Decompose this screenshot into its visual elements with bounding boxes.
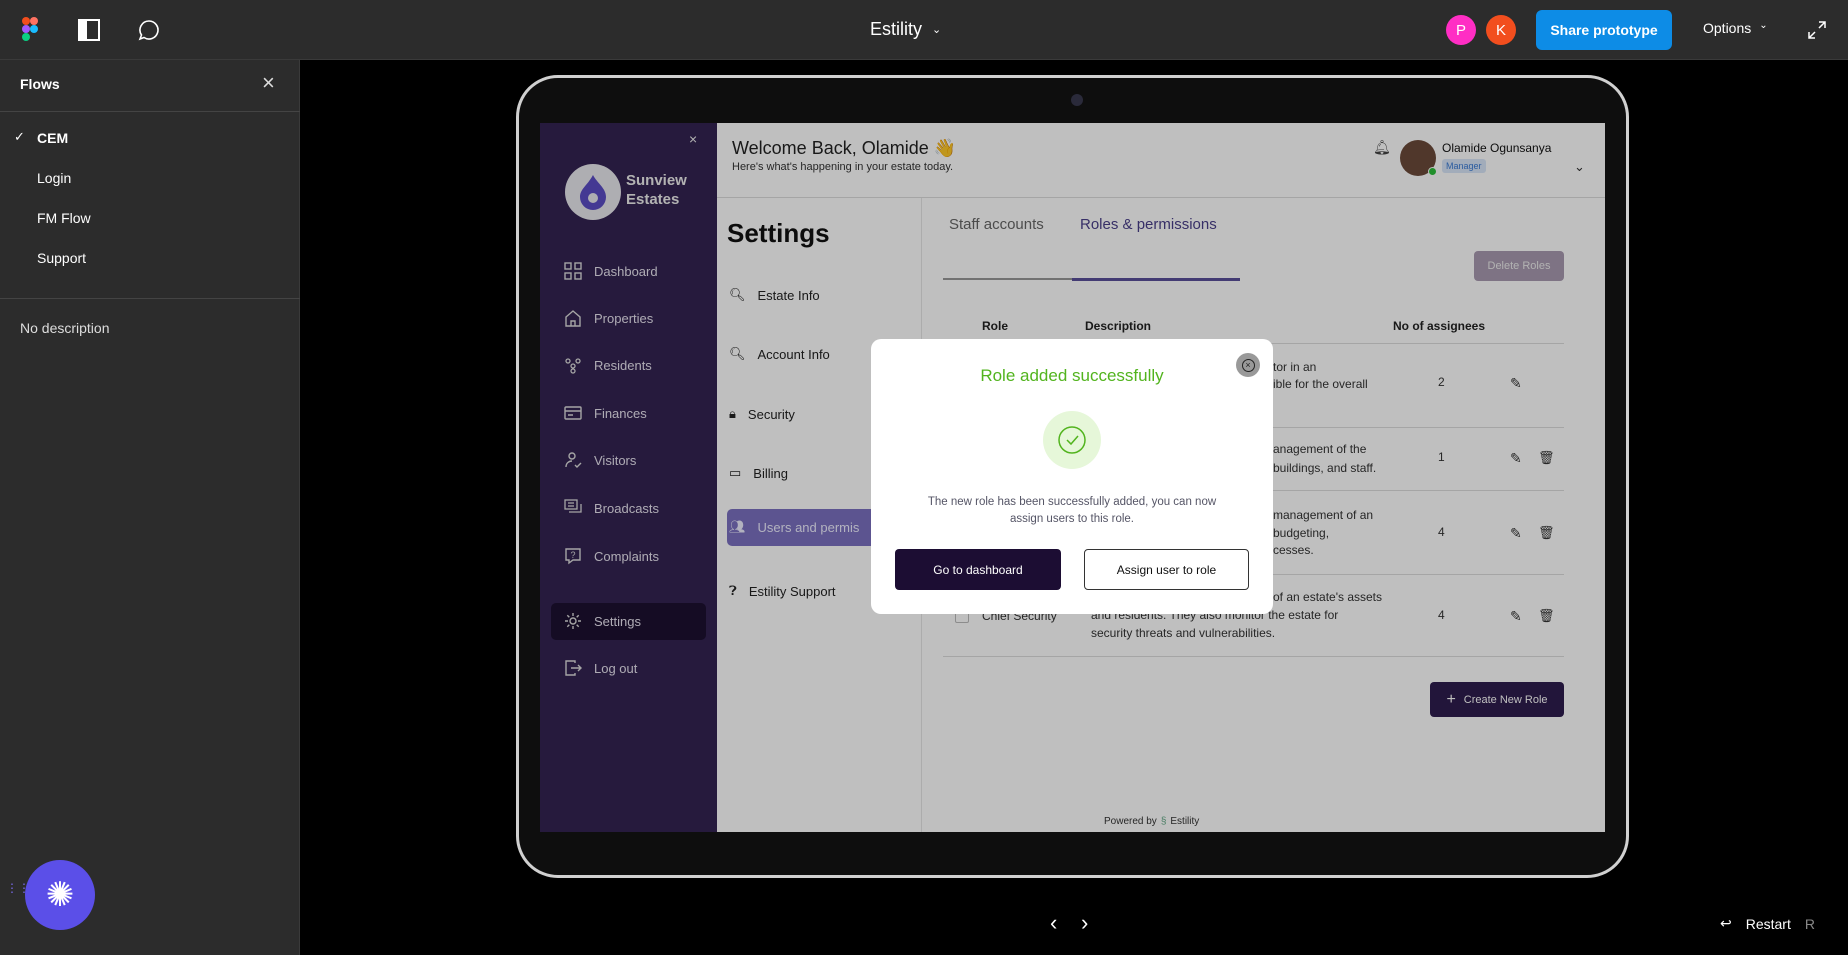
- flows-panel: Flows × ✓ CEM Login FM Flow Support No d…: [0, 60, 300, 955]
- flows-heading: Flows: [20, 76, 60, 92]
- flow-item-cem[interactable]: CEM: [37, 130, 68, 146]
- chevron-down-icon: ⌄: [1759, 20, 1768, 31]
- modal-message-line: The new role has been successfully added…: [927, 496, 1217, 508]
- file-title-text: Estility: [870, 19, 923, 39]
- success-modal: × Role added successfully The new role h…: [871, 339, 1273, 614]
- fullscreen-icon[interactable]: [1808, 21, 1826, 39]
- restart-button[interactable]: ↩ Restart R: [1720, 915, 1815, 932]
- flow-description: No description: [20, 320, 110, 336]
- options-menu[interactable]: Options ⌄: [1703, 20, 1768, 36]
- options-label: Options: [1703, 20, 1752, 36]
- divider: [0, 298, 300, 299]
- share-prototype-button[interactable]: Share prototype: [1536, 10, 1672, 50]
- check-circle-icon: [1058, 426, 1086, 454]
- flow-item-fm-flow[interactable]: FM Flow: [37, 210, 91, 226]
- modal-message-line: assign users to this role.: [1009, 513, 1134, 525]
- flow-item-login[interactable]: Login: [37, 170, 71, 186]
- checkmark-icon: ✓: [14, 129, 25, 144]
- next-frame-button[interactable]: ›: [1081, 910, 1088, 936]
- chevron-down-icon: ⌄: [932, 24, 942, 36]
- sidebar-toggle-icon[interactable]: [78, 19, 100, 41]
- assign-user-to-role-button[interactable]: Assign user to role: [1084, 549, 1249, 590]
- restart-icon: ↩: [1720, 915, 1732, 931]
- close-icon[interactable]: ×: [262, 70, 275, 96]
- plugin-widget-button[interactable]: ✺: [25, 860, 95, 930]
- avatar[interactable]: P: [1446, 15, 1476, 45]
- camera-icon: [1071, 94, 1083, 106]
- comment-icon[interactable]: [138, 19, 160, 41]
- top-bar: Estility ⌄ P K Share prototype Options ⌄: [0, 0, 1848, 60]
- modal-message: The new role has been successfully added…: [871, 494, 1273, 528]
- modal-title: Role added successfully: [980, 366, 1164, 385]
- restart-label: Restart: [1745, 915, 1791, 932]
- figma-logo-icon[interactable]: [22, 17, 38, 41]
- success-badge: [1043, 411, 1101, 469]
- prototype-screen: × Sunview Estates Dashboard Properties Re…: [540, 123, 1605, 832]
- restart-shortcut: R: [1804, 915, 1815, 932]
- flow-item-support[interactable]: Support: [37, 250, 86, 266]
- avatar[interactable]: K: [1486, 15, 1516, 45]
- divider: [0, 111, 300, 112]
- previous-frame-button[interactable]: ‹: [1050, 910, 1057, 936]
- go-to-dashboard-button[interactable]: Go to dashboard: [895, 549, 1061, 590]
- file-title[interactable]: Estility ⌄: [870, 19, 941, 40]
